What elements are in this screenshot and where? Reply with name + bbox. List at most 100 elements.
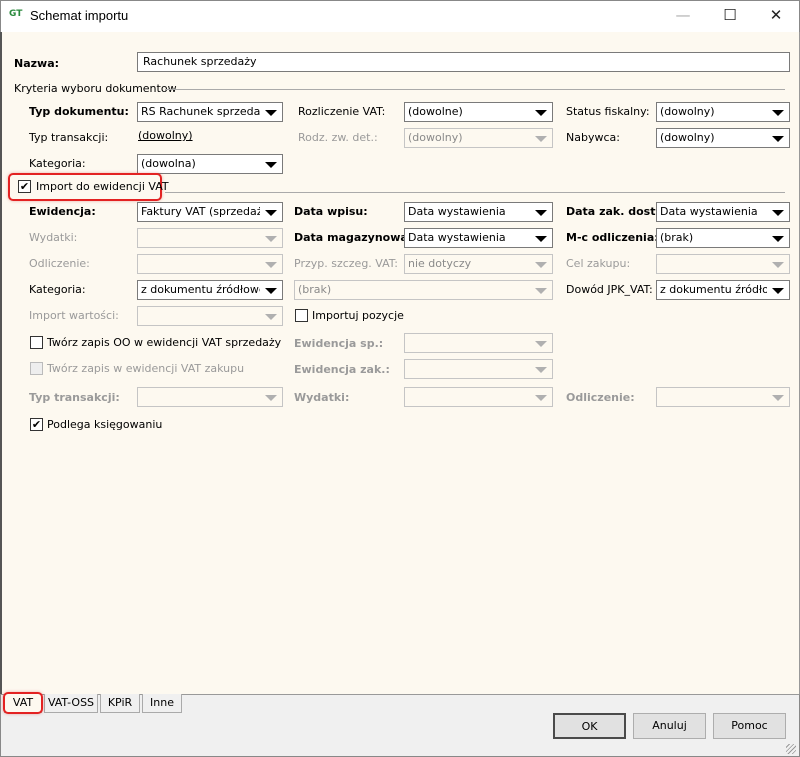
status-fiskalny-select[interactable]: (dowolny) (656, 102, 790, 122)
ewidencja-sp-select[interactable] (404, 333, 553, 353)
select-value: (dowolne) (408, 105, 463, 118)
select-value: Data wystawienia (408, 205, 506, 218)
select-value: RS Rachunek sprzedaży (141, 105, 260, 118)
chevron-down-icon (535, 367, 547, 373)
chevron-down-icon (265, 288, 277, 294)
odliczenie-select[interactable] (137, 254, 283, 274)
close-button[interactable]: ✕ (753, 0, 799, 31)
odliczenie2-select[interactable] (656, 387, 790, 407)
typ-dokumentu-select[interactable]: RS Rachunek sprzedaży (137, 102, 283, 122)
mc-odliczenia-label: M-c odliczenia: (566, 231, 659, 244)
ewidencja-zak-label: Ewidencja zak.: (294, 363, 390, 376)
chevron-down-icon (265, 162, 277, 168)
import-vat-label[interactable]: Import do ewidencji VAT (36, 180, 169, 193)
chevron-down-icon (535, 136, 547, 142)
import-vat-checkbox[interactable]: ✔ (18, 180, 31, 193)
ewidencja-sp-label: Ewidencja sp.: (294, 337, 384, 350)
import-wartosci-label: Import wartości: (29, 309, 119, 322)
podlega-label[interactable]: Podlega księgowaniu (47, 418, 162, 431)
minimize-button[interactable]: — (660, 0, 706, 31)
select-value: (dowolna) (141, 157, 196, 170)
tworz-zakup-label[interactable]: Twórz zapis w ewidencji VAT zakupu (47, 362, 244, 375)
select-value: (dowolny) (408, 131, 463, 144)
app-logo-icon: GT (9, 9, 23, 19)
kategoria-opis-select[interactable]: (brak) (294, 280, 553, 300)
data-zak-dost-select[interactable]: Data wystawienia (656, 202, 790, 222)
tab-kpir[interactable]: KPiR (100, 694, 140, 713)
select-value: Data wystawienia (408, 231, 506, 244)
podlega-checkbox[interactable]: ✔ (30, 418, 43, 431)
ewidencja-select[interactable]: Faktury VAT (sprzedaż) (137, 202, 283, 222)
typ-transakcji2-select[interactable] (137, 387, 283, 407)
data-magazynowa-select[interactable]: Data wystawienia (404, 228, 553, 248)
data-magazynowa-label: Data magazynowa: (294, 231, 413, 244)
kategoria-select[interactable]: (dowolna) (137, 154, 283, 174)
data-wpisu-select[interactable]: Data wystawienia (404, 202, 553, 222)
chevron-down-icon (265, 395, 277, 401)
name-input[interactable]: Rachunek sprzedaży (137, 52, 790, 72)
wydatki2-label: Wydatki: (294, 391, 350, 404)
data-zak-dost-label: Data zak. dost.: (566, 205, 665, 218)
importuj-pozycje-checkbox[interactable] (295, 309, 308, 322)
mc-odliczenia-select[interactable]: (brak) (656, 228, 790, 248)
przyp-szczeg-vat-label: Przyp. szczeg. VAT: (294, 257, 399, 270)
chevron-down-icon (772, 136, 784, 142)
select-value: nie dotyczy (408, 257, 472, 270)
divider (165, 192, 785, 193)
tab-inne[interactable]: Inne (142, 694, 182, 713)
rodz-zw-det-label: Rodz. zw. det.: (298, 131, 378, 144)
select-value: (dowolny) (660, 105, 715, 118)
chevron-down-icon (535, 110, 547, 116)
tab-vat-oss[interactable]: VAT-OSS (44, 694, 98, 713)
dowod-jpk-label: Dowód JPK_VAT: (566, 283, 653, 296)
resize-grip-icon[interactable] (786, 744, 796, 754)
vat-kategoria-label: Kategoria: (29, 283, 86, 296)
select-value: (brak) (298, 283, 332, 296)
status-fiskalny-label: Status fiskalny: (566, 105, 650, 118)
divider (165, 89, 785, 90)
cel-zakupu-label: Cel zakupu: (566, 257, 631, 270)
importuj-pozycje-label[interactable]: Importuj pozycje (312, 309, 404, 322)
tworz-zakup-checkbox[interactable] (30, 362, 43, 375)
chevron-down-icon (535, 341, 547, 347)
rodz-zw-det-select[interactable]: (dowolny) (404, 128, 553, 148)
chevron-down-icon (265, 110, 277, 116)
chevron-down-icon (772, 110, 784, 116)
chevron-down-icon (772, 395, 784, 401)
chevron-down-icon (265, 236, 277, 242)
chevron-down-icon (535, 210, 547, 216)
nabywca-select[interactable]: (dowolny) (656, 128, 790, 148)
typ-transakcji2-label: Typ transakcji: (29, 391, 120, 404)
rozliczenie-vat-select[interactable]: (dowolne) (404, 102, 553, 122)
ok-button[interactable]: OK (553, 713, 626, 739)
chevron-down-icon (535, 395, 547, 401)
kategoria-label: Kategoria: (29, 157, 86, 170)
chevron-down-icon (265, 314, 277, 320)
chevron-down-icon (265, 262, 277, 268)
import-wartosci-select[interactable] (137, 306, 283, 326)
select-value: Faktury VAT (sprzedaż) (141, 205, 260, 218)
chevron-down-icon (772, 262, 784, 268)
tworz-oo-label[interactable]: Twórz zapis OO w ewidencji VAT sprzedaży (47, 336, 281, 349)
chevron-down-icon (265, 210, 277, 216)
typ-transakcji-link[interactable]: (dowolny) (138, 129, 193, 142)
wydatki-select[interactable] (137, 228, 283, 248)
name-value: Rachunek sprzedaży (143, 55, 257, 68)
rozliczenie-vat-label: Rozliczenie VAT: (298, 105, 386, 118)
help-button[interactable]: Pomoc (713, 713, 786, 739)
chevron-down-icon (535, 288, 547, 294)
cel-zakupu-select[interactable] (656, 254, 790, 274)
select-value: z dokumentu źródłowego (660, 283, 767, 296)
vat-kategoria-select[interactable]: z dokumentu źródłowego (137, 280, 283, 300)
wydatki2-select[interactable] (404, 387, 553, 407)
cancel-button[interactable]: Anuluj (633, 713, 706, 739)
tworz-oo-checkbox[interactable] (30, 336, 43, 349)
przyp-szczeg-vat-select[interactable]: nie dotyczy (404, 254, 553, 274)
chevron-down-icon (772, 236, 784, 242)
dowod-jpk-select[interactable]: z dokumentu źródłowego (656, 280, 790, 300)
data-wpisu-label: Data wpisu: (294, 205, 368, 218)
chevron-down-icon (535, 236, 547, 242)
ewidencja-zak-select[interactable] (404, 359, 553, 379)
criteria-section-title: Kryteria wyboru dokumentow (14, 82, 177, 95)
maximize-button[interactable]: ☐ (707, 0, 753, 31)
